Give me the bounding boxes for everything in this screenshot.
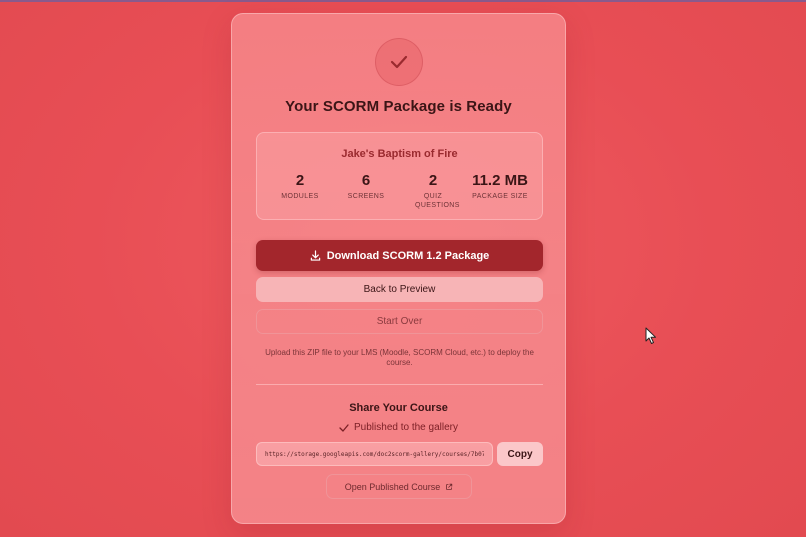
back-to-preview-button[interactable]: Back to Preview [256, 277, 543, 302]
stat-label: SCREENS [347, 193, 385, 200]
divider [256, 384, 543, 385]
check-icon [390, 55, 408, 69]
download-icon [310, 250, 320, 261]
share-title: Share Your Course [349, 402, 448, 414]
stat-value: 2 [428, 172, 438, 189]
download-scorm-button[interactable]: Download SCORM 1.2 Package [256, 240, 543, 271]
mouse-pointer-icon [645, 327, 656, 344]
check-icon [339, 423, 349, 432]
copy-url-button[interactable]: Copy [497, 442, 543, 466]
download-label: Download SCORM 1.2 Package [326, 249, 490, 262]
open-published-label: Open Published Course [344, 481, 441, 492]
success-badge [375, 38, 423, 86]
scorm-ready-card: Your SCORM Package is Ready Jake's Bapti… [231, 13, 566, 524]
window-top-edge [0, 0, 806, 2]
stat-value: 6 [361, 172, 371, 189]
stat-modules: 2 MODULES [265, 173, 335, 201]
stat-label: MODULES [281, 193, 319, 200]
stat-quiz-questions: 2 QUIZ QUESTIONS [398, 173, 468, 210]
stat-label: PACKAGE SIZE [472, 193, 528, 200]
stat-value: 2 [295, 172, 305, 189]
stat-label: QUIZ QUESTIONS [415, 193, 460, 209]
stat-value: 11.2 MB [472, 172, 528, 189]
stat-screens: 6 SCREENS [331, 173, 401, 201]
external-link-icon [446, 483, 453, 490]
course-summary: Jake's Baptism of Fire 2 MODULES 6 SCREE… [256, 132, 543, 220]
share-url-field[interactable] [256, 442, 493, 466]
start-over-button[interactable]: Start Over [256, 309, 543, 334]
page-title: Your SCORM Package is Ready [285, 98, 512, 115]
upload-hint: Upload this ZIP file to your LMS (Moodle… [265, 348, 534, 367]
open-published-course-button[interactable]: Open Published Course [326, 474, 472, 499]
published-label: Published to the gallery [354, 422, 458, 433]
course-name: Jake's Baptism of Fire [341, 148, 458, 160]
published-status: Published to the gallery [232, 422, 565, 433]
stat-package-size: 11.2 MB PACKAGE SIZE [464, 173, 536, 201]
